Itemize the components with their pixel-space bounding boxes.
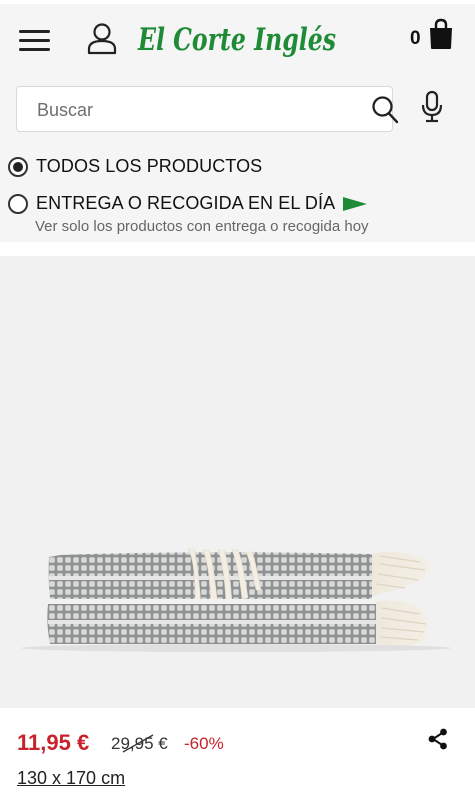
old-price: 29,95 € — [111, 734, 168, 754]
product-image[interactable] — [0, 256, 475, 708]
site-header: El Corte Inglés 0 — [0, 4, 475, 74]
towel-illustration — [21, 548, 451, 652]
strikethrough-line — [122, 734, 154, 753]
filter-same-day-sublabel: Ver solo los productos con entrega o rec… — [35, 218, 369, 235]
user-icon[interactable] — [86, 22, 118, 56]
search-input[interactable] — [37, 96, 337, 124]
radio-all-products[interactable] — [8, 157, 28, 177]
filter-same-day-label: ENTREGA O RECOGIDA EN EL DÍA — [36, 193, 336, 213]
microphone-icon[interactable] — [420, 90, 444, 124]
price-bar: 11,95 € 29,95 € -60% 130 x 170 cm — [0, 708, 475, 802]
current-price: 11,95 € — [17, 730, 90, 755]
menu-icon[interactable] — [19, 28, 50, 54]
logo-text: El Corte Inglés — [137, 22, 336, 58]
size-link[interactable]: 130 x 170 cm — [17, 768, 125, 789]
flag-icon — [343, 197, 367, 211]
share-icon[interactable] — [427, 728, 449, 750]
filter-all-products-label: TODOS LOS PRODUCTOS — [36, 156, 263, 176]
brand-logo[interactable]: El Corte Inglés — [136, 12, 341, 66]
radio-same-day[interactable] — [8, 194, 28, 214]
cart-count: 0 — [410, 28, 421, 49]
cart-icon[interactable] — [428, 18, 454, 50]
search-icon[interactable] — [371, 95, 399, 125]
discount-badge: -60% — [184, 734, 224, 753]
search-box — [16, 86, 399, 132]
